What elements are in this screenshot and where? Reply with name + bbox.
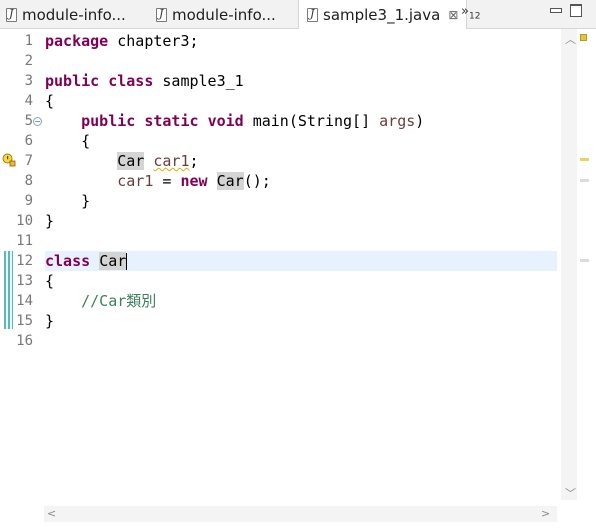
line-number: 15 [16, 313, 33, 329]
line-number: 16 [16, 333, 33, 349]
overflow-count: 12 [468, 11, 481, 22]
occurrence-marker[interactable] [580, 259, 589, 262]
tab-module-info-1[interactable]: module-info... [6, 0, 126, 29]
code-line-1: package chapter3; [45, 31, 557, 51]
type-occurrence: Car [117, 152, 145, 170]
line-number: 5 [24, 113, 33, 129]
code-line-8: car1 = new Car(); [45, 171, 557, 191]
fold-icon[interactable]: − [33, 117, 42, 126]
tab-overflow-button[interactable]: »12 [461, 4, 480, 22]
code-text: (); [243, 172, 271, 190]
code-text: } [45, 212, 55, 230]
keyword: public [81, 112, 136, 130]
keyword: class [45, 252, 91, 270]
code-line-3: public class sample3_1 [45, 71, 557, 91]
scroll-corner [557, 500, 596, 529]
code-text: = [153, 172, 181, 190]
keyword: new [180, 172, 208, 190]
scroll-left-icon[interactable]: < [47, 507, 56, 520]
tab-sample3-1-java[interactable]: sample3_1.java ⊠ [298, 0, 468, 30]
tab-label: module-info... [22, 5, 126, 24]
text-caret [126, 253, 128, 270]
keyword: package [45, 32, 109, 50]
line-number: 9 [24, 193, 33, 209]
line-number: 2 [24, 53, 33, 69]
code-editor[interactable]: 1 2 3 4 5 6 7 8 9 10 11 12 13 14 15 16 −… [0, 29, 596, 529]
keyword: void [207, 112, 244, 130]
line-number: 8 [24, 173, 33, 189]
code-text: } [81, 192, 91, 210]
line-number: 12 [16, 253, 33, 269]
line-number: 3 [24, 73, 33, 89]
code-line-4: { [45, 91, 557, 111]
close-icon[interactable]: ⊠ [448, 8, 458, 22]
tab-label: sample3_1.java [323, 6, 441, 24]
vertical-scrollbar[interactable] [561, 29, 577, 500]
line-number: 6 [24, 133, 33, 149]
editor-tab-bar: module-info... module-info... sample3_1.… [0, 0, 596, 30]
code-text: main(String[] [243, 112, 380, 130]
scroll-right-icon[interactable]: > [541, 507, 550, 520]
occurrence-marker[interactable] [580, 179, 589, 182]
type-occurrence: Car [99, 252, 127, 270]
scroll-up-icon[interactable]: ︿ [565, 31, 576, 47]
code-line-6: { [45, 131, 557, 151]
overflow-chevron-icon: » [461, 4, 469, 19]
code-line-13: { [45, 271, 557, 291]
overview-status-icon [580, 34, 587, 41]
java-file-icon [307, 7, 318, 22]
code-line-12: class Car [45, 251, 557, 271]
keyword: public [45, 72, 100, 90]
tab-label: module-info... [172, 5, 276, 24]
code-line-14: //Car類別 [45, 291, 557, 311]
line-number: 14 [16, 293, 33, 309]
code-text: chapter3; [108, 32, 199, 50]
minimize-icon[interactable] [549, 3, 562, 15]
code-text: ) [415, 112, 425, 130]
java-file-icon [6, 7, 17, 22]
keyword: class [108, 72, 154, 90]
warning-marker[interactable] [580, 158, 589, 161]
code-area[interactable]: package chapter3; public class sample3_1… [45, 31, 557, 351]
code-text: { [45, 92, 55, 110]
line-number-gutter: 1 2 3 4 5 6 7 8 9 10 11 12 13 14 15 16 − [0, 29, 44, 500]
comment: //Car類別 [81, 292, 157, 310]
keyword: static [144, 112, 199, 130]
code-text: ; [189, 152, 199, 170]
code-line-7: Car car1; [45, 151, 557, 171]
type-occurrence: Car [216, 172, 244, 190]
code-line-15: } [45, 311, 557, 331]
java-file-icon [156, 7, 167, 22]
line-number: 1 [24, 33, 33, 49]
local-variable: car1 [117, 172, 154, 190]
local-variable: car1 [153, 152, 190, 170]
code-line-10: } [45, 211, 557, 231]
tab-module-info-2[interactable]: module-info... [156, 0, 276, 29]
code-text: { [45, 272, 55, 290]
code-text: sample3_1 [153, 72, 244, 90]
line-number: 10 [16, 213, 33, 229]
maximize-icon[interactable] [569, 3, 582, 17]
line-numbers: 1 2 3 4 5 6 7 8 9 10 11 12 13 14 15 16 [0, 31, 33, 351]
line-number: 4 [24, 93, 33, 109]
line-number: 11 [16, 233, 33, 249]
warning-icon[interactable] [2, 153, 16, 167]
scroll-down-icon[interactable]: ﹀ [565, 485, 576, 501]
code-text: } [45, 312, 55, 330]
horizontal-scrollbar[interactable] [44, 506, 557, 522]
parameter: args [379, 112, 416, 130]
code-text: { [81, 132, 91, 150]
line-number: 13 [16, 273, 33, 289]
code-line-5: public static void main(String[] args) [45, 111, 557, 131]
code-line-9: } [45, 191, 557, 211]
